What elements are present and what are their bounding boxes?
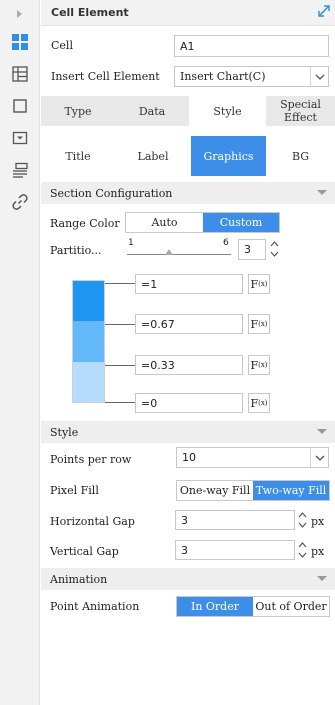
tab-style[interactable]: Style [189, 96, 266, 126]
fx-sub: (x) [258, 399, 268, 407]
stepper-up-icon[interactable] [269, 239, 279, 249]
range-color-toggle: Auto Custom [125, 212, 280, 233]
partition-slider[interactable] [127, 249, 231, 255]
partition-input[interactable]: 3 [238, 239, 266, 260]
cell-element-panel: Cell Element Cell A1 Insert Cell Element… [41, 0, 335, 705]
style-subtabs: Title Label Graphics BG [41, 136, 335, 176]
insert-element-select[interactable]: Insert Chart(C) [174, 66, 329, 87]
tab-special-effect[interactable]: Special Effect [266, 96, 335, 126]
point-animation-out-of-order[interactable]: Out of Order [253, 597, 329, 616]
points-per-row-label: Points per row [50, 453, 132, 466]
point-animation-label: Point Animation [50, 600, 140, 613]
partition-stepper[interactable] [269, 239, 279, 259]
form-list-icon[interactable] [0, 156, 40, 184]
formula-button[interactable]: F (x) [248, 314, 270, 334]
panel-header: Cell Element [41, 0, 335, 26]
partition-min: 1 [128, 238, 134, 248]
pixel-fill-label: Pixel Fill [50, 484, 99, 497]
vertical-gap-stepper[interactable] [297, 540, 307, 560]
insert-cell-element-label: Insert Cell Element [51, 70, 160, 83]
range-color-label: Range Color [50, 217, 120, 230]
fx-letter: F [250, 358, 259, 372]
range-connector [105, 402, 135, 403]
insert-element-value: Insert Chart(C) [180, 70, 266, 83]
point-animation-in-order[interactable]: In Order [177, 597, 253, 616]
subtab-graphics[interactable]: Graphics [191, 136, 266, 176]
range-value-input[interactable]: =0.67 [135, 314, 243, 334]
range-connector [105, 365, 135, 366]
collapse-arrows-icon[interactable] [317, 4, 331, 21]
vertical-gap-input[interactable]: 3 [175, 540, 295, 560]
cell-label: Cell [51, 39, 73, 52]
stepper-down-icon[interactable] [297, 550, 307, 560]
range-connector [105, 324, 135, 325]
stepper-down-icon[interactable] [297, 520, 307, 530]
stepper-down-icon[interactable] [269, 249, 279, 259]
tab-type[interactable]: Type [41, 96, 115, 126]
fx-letter: F [250, 277, 259, 291]
table-grid-icon[interactable] [0, 60, 40, 88]
partition-slider-thumb[interactable] [164, 249, 173, 255]
main-tabs: Type Data Style Special Effect [41, 96, 335, 126]
formula-button[interactable]: F (x) [248, 355, 270, 375]
points-per-row-value: 10 [182, 451, 196, 464]
range-connector [105, 283, 135, 284]
chevron-down-icon[interactable] [310, 448, 328, 467]
range-color-custom[interactable]: Custom [203, 213, 279, 232]
pixel-fill-two-way[interactable]: Two-way Fill [253, 481, 329, 500]
fx-letter: F [250, 396, 259, 410]
subtab-label[interactable]: Label [115, 136, 191, 176]
pixel-fill-one-way[interactable]: One-way Fill [177, 481, 253, 500]
swatch-border [72, 280, 105, 403]
subtab-bg[interactable]: BG [266, 136, 335, 176]
partition-max: 6 [223, 238, 229, 248]
horizontal-gap-unit: px [311, 515, 325, 528]
formula-button[interactable]: F (x) [248, 393, 270, 413]
collapse-caret-icon[interactable] [317, 429, 327, 434]
cell-element-icon[interactable] [0, 28, 40, 56]
left-icon-rail [0, 0, 40, 705]
dropdown-box-icon[interactable] [0, 124, 40, 152]
range-editor: =1 =0.67 =0.33 =0 F (x) F (x) F (x) F (x) [49, 266, 319, 414]
panel-title: Cell Element [51, 6, 129, 19]
horizontal-gap-stepper[interactable] [297, 510, 307, 530]
range-value-input[interactable]: =1 [135, 274, 243, 294]
subtab-title[interactable]: Title [41, 136, 115, 176]
fx-sub: (x) [258, 320, 268, 328]
points-per-row-select[interactable]: 10 [176, 447, 329, 468]
cell-input[interactable]: A1 [174, 35, 329, 57]
animation-section-header[interactable]: Animation [41, 568, 335, 590]
pixel-fill-toggle: One-way Fill Two-way Fill [176, 480, 330, 501]
vertical-gap-label: Vertical Gap [50, 545, 119, 558]
range-value-input[interactable]: =0.33 [135, 355, 243, 375]
style-section-header[interactable]: Style [41, 421, 335, 443]
stepper-up-icon[interactable] [297, 510, 307, 520]
collapse-caret-icon[interactable] [317, 190, 327, 195]
chevron-down-icon[interactable] [310, 67, 328, 86]
point-animation-toggle: In Order Out of Order [176, 596, 330, 617]
style-section-title: Style [50, 426, 79, 439]
fx-sub: (x) [258, 361, 268, 369]
horizontal-gap-input[interactable]: 3 [175, 510, 295, 530]
horizontal-gap-label: Horizontal Gap [50, 515, 135, 528]
vertical-gap-unit: px [311, 545, 325, 558]
partition-label: Partitio... [50, 244, 102, 257]
section-configuration-header[interactable]: Section Configuration [41, 182, 335, 204]
range-color-auto[interactable]: Auto [126, 213, 203, 232]
stepper-up-icon[interactable] [297, 540, 307, 550]
animation-section-title: Animation [50, 573, 108, 586]
range-value-input[interactable]: =0 [135, 393, 243, 413]
section-configuration-title: Section Configuration [50, 187, 173, 200]
collapse-caret-icon[interactable] [317, 576, 327, 581]
expand-arrow-icon[interactable] [0, 0, 40, 28]
fx-letter: F [250, 317, 259, 331]
link-icon[interactable] [0, 188, 40, 216]
fx-sub: (x) [258, 280, 268, 288]
frame-icon[interactable] [0, 92, 40, 120]
tab-data[interactable]: Data [115, 96, 189, 126]
formula-button[interactable]: F (x) [248, 274, 270, 294]
